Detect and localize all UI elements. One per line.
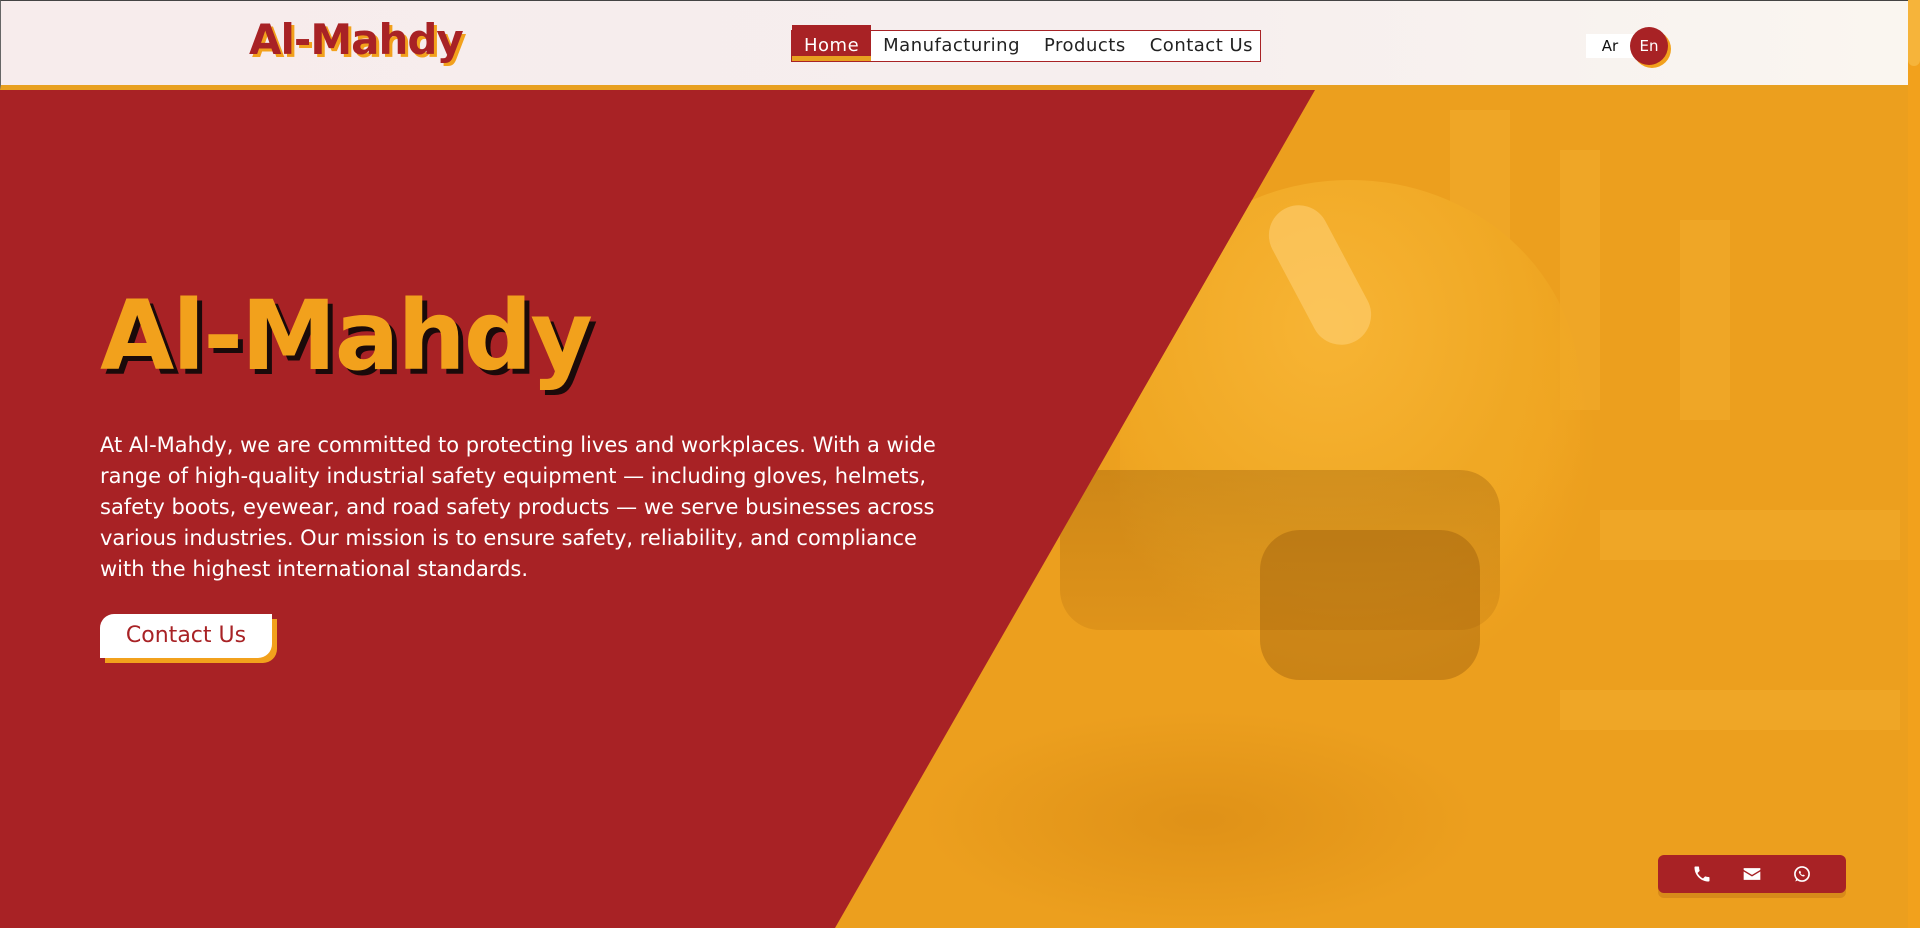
- lang-en-button[interactable]: En: [1630, 27, 1668, 65]
- language-switcher: Ar En: [1586, 27, 1668, 65]
- scrollbar-track[interactable]: [1908, 0, 1920, 928]
- nav-home[interactable]: Home: [792, 25, 872, 61]
- lang-ar-button[interactable]: Ar: [1586, 34, 1634, 58]
- main-nav: Home Manufacturing Products Contact Us: [791, 25, 1261, 62]
- mail-icon[interactable]: [1742, 864, 1762, 884]
- nav-manufacturing[interactable]: Manufacturing: [871, 31, 1032, 61]
- hero-title: Al-Mahdy: [100, 280, 593, 392]
- background-shape: [1560, 690, 1900, 730]
- nav-contact-us[interactable]: Contact Us: [1138, 31, 1265, 61]
- scrollbar-thumb[interactable]: [1908, 0, 1920, 66]
- background-shape: [1600, 510, 1900, 560]
- hero-description: At Al-Mahdy, we are committed to protect…: [100, 433, 936, 581]
- whatsapp-icon[interactable]: [1792, 864, 1812, 884]
- helmet-reflection: [920, 710, 1480, 928]
- contact-us-button[interactable]: Contact Us: [100, 614, 272, 658]
- site-header: Al-Mahdy Home Manufacturing Products Con…: [0, 0, 1908, 90]
- earmuff-shape: [1260, 530, 1480, 680]
- page: Al-Mahdy Home Manufacturing Products Con…: [0, 0, 1920, 928]
- brand-logo[interactable]: Al-Mahdy: [249, 15, 464, 64]
- background-shape: [1680, 220, 1730, 420]
- phone-icon[interactable]: [1692, 864, 1712, 884]
- nav-products[interactable]: Products: [1032, 31, 1138, 61]
- floating-contact-bar: [1658, 855, 1846, 893]
